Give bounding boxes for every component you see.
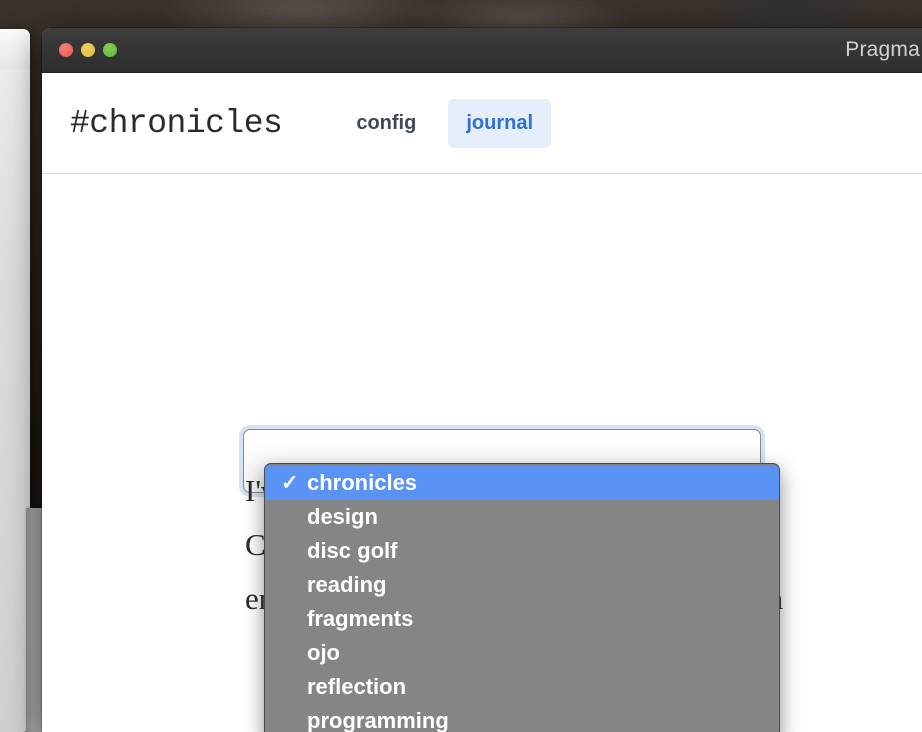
popup-item-reflection[interactable]: reflection — [265, 670, 779, 704]
channel-title: #chronicles — [70, 104, 283, 142]
traffic-light-group — [59, 43, 117, 57]
nav-item-config[interactable]: config — [354, 108, 418, 139]
popup-item-label: programming — [307, 708, 449, 732]
window-titlebar[interactable]: Pragma — [42, 28, 922, 73]
popup-item-label: ojo — [307, 640, 340, 665]
app-header: #chronicles config journal — [42, 73, 922, 176]
popup-item-label: reflection — [307, 674, 407, 699]
window-title: Pragma — [845, 38, 920, 61]
close-button-icon[interactable] — [59, 43, 73, 57]
popup-item-label: design — [307, 504, 378, 529]
header-nav: config journal — [354, 98, 552, 148]
screen: Pragma #chronicles config journal I've n… — [0, 0, 922, 732]
pragma-window: Pragma #chronicles config journal I've n… — [42, 28, 922, 732]
background-window-titlebar[interactable] — [0, 29, 30, 69]
app-body: I've narrowed next set of features to: P… — [42, 174, 922, 732]
popup-item-label: chronicles — [307, 470, 418, 495]
popup-item-label: reading — [307, 572, 387, 597]
popup-item-label: disc golf — [307, 538, 398, 563]
popup-item-fragments[interactable]: fragments — [265, 602, 779, 636]
popup-item-reading[interactable]: reading — [265, 568, 779, 602]
popup-item-chronicles[interactable]: ✓ chronicles — [265, 466, 779, 500]
checkmark-icon: ✓ — [281, 471, 299, 495]
popup-item-label: fragments — [307, 606, 414, 631]
minimize-button-icon[interactable] — [81, 43, 95, 57]
popup-item-ojo[interactable]: ojo — [265, 636, 779, 670]
background-window-secondary[interactable] — [26, 508, 42, 732]
nav-item-journal[interactable]: journal — [448, 98, 552, 148]
popup-item-design[interactable]: design — [265, 500, 779, 534]
popup-item-disc-golf[interactable]: disc golf — [265, 534, 779, 568]
popup-item-programming[interactable]: programming — [265, 704, 779, 732]
channel-select-popup[interactable]: ✓ chronicles design disc golf reading fr… — [264, 463, 780, 732]
zoom-button-icon[interactable] — [103, 43, 117, 57]
